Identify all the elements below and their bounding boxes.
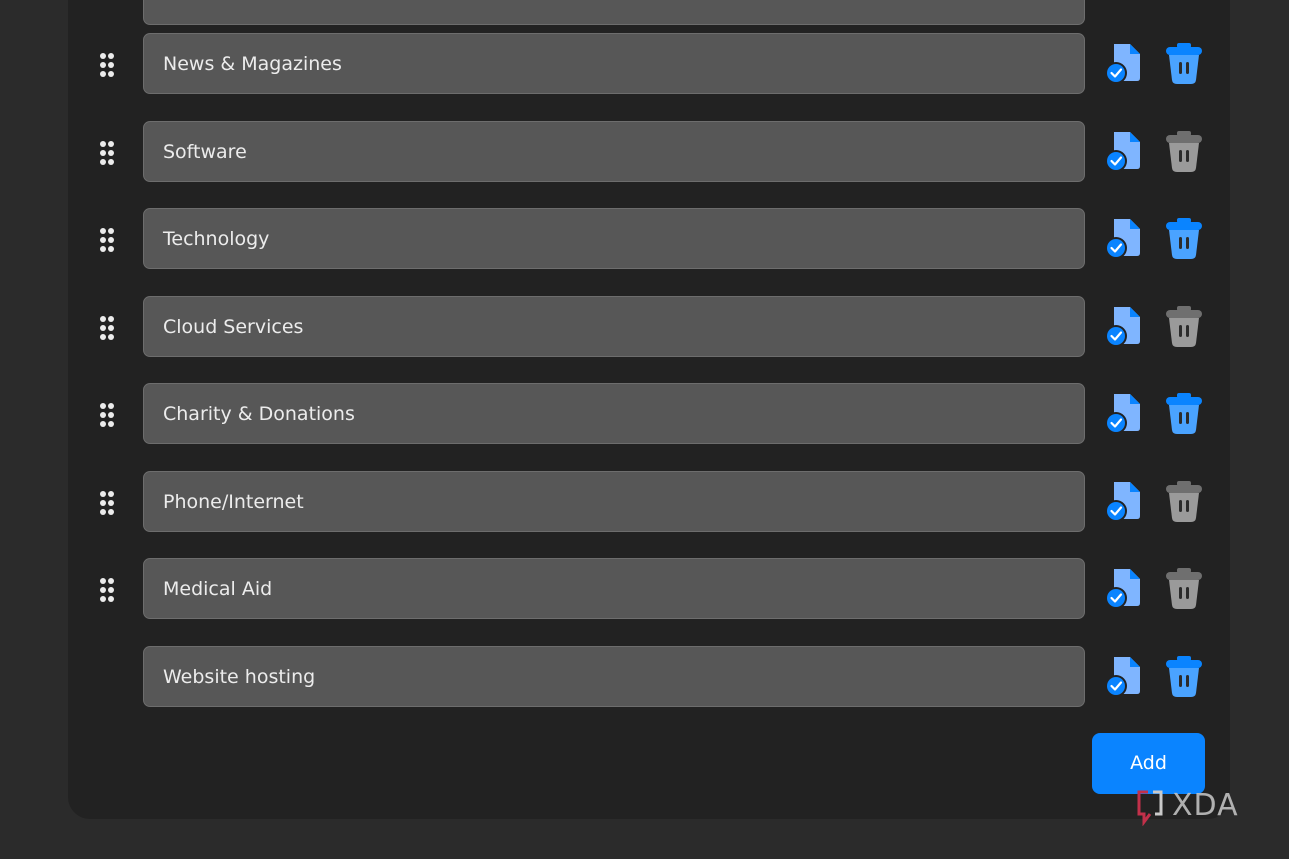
- document-check-icon[interactable]: [1104, 654, 1148, 698]
- drag-handle-icon[interactable]: [100, 228, 118, 252]
- category-row: Software: [68, 120, 1230, 184]
- category-name-field[interactable]: Medical Aid: [143, 558, 1085, 619]
- xda-logo-text: XDA: [1172, 788, 1239, 823]
- xda-logo: XDA: [1136, 786, 1260, 827]
- drag-handle-icon[interactable]: [100, 403, 118, 427]
- category-name-field[interactable]: Cloud Services: [143, 295, 1085, 357]
- document-check-icon[interactable]: [1104, 216, 1148, 260]
- category-name-field[interactable]: Technology: [143, 208, 1085, 269]
- category-row: Website hosting: [68, 645, 1230, 709]
- category-row: Phone/Internet: [68, 470, 1230, 534]
- category-name-field[interactable]: Website hosting: [143, 645, 1085, 707]
- document-check-icon[interactable]: [1104, 391, 1148, 435]
- trash-icon[interactable]: [1164, 655, 1204, 699]
- document-check-icon[interactable]: [1104, 304, 1148, 348]
- category-name-field[interactable]: Charity & Donations: [143, 383, 1085, 444]
- document-check-icon[interactable]: [1104, 41, 1148, 85]
- trash-icon[interactable]: [1164, 217, 1204, 261]
- drag-handle-icon[interactable]: [100, 315, 118, 340]
- category-row: Medical Aid: [68, 558, 1230, 621]
- trash-icon: [1164, 305, 1204, 349]
- category-field-partial[interactable]: [143, 0, 1085, 25]
- trash-icon[interactable]: [1164, 42, 1204, 86]
- categories-panel: News & Magazines Software Technology Cloud …: [68, 0, 1230, 819]
- category-row: News & Magazines: [68, 33, 1230, 96]
- category-row: Cloud Services: [68, 295, 1230, 359]
- trash-icon: [1164, 130, 1204, 174]
- add-button[interactable]: Add: [1092, 733, 1205, 794]
- document-check-icon[interactable]: [1104, 129, 1148, 173]
- drag-handle-icon[interactable]: [100, 53, 118, 77]
- category-name-field[interactable]: Phone/Internet: [143, 470, 1085, 532]
- drag-handle-icon[interactable]: [100, 578, 118, 602]
- document-check-icon[interactable]: [1104, 566, 1148, 610]
- trash-icon: [1164, 567, 1204, 611]
- trash-icon[interactable]: [1164, 392, 1204, 436]
- category-row-partial: [68, 0, 1230, 27]
- drag-handle-icon[interactable]: [100, 140, 118, 165]
- trash-icon: [1164, 480, 1204, 524]
- category-name-field[interactable]: News & Magazines: [143, 33, 1085, 94]
- xda-bracket-icon: [1137, 790, 1163, 827]
- category-name-field[interactable]: Software: [143, 120, 1085, 182]
- category-row: Technology: [68, 208, 1230, 271]
- document-check-icon[interactable]: [1104, 479, 1148, 523]
- drag-handle-icon[interactable]: [100, 490, 118, 515]
- category-row: Charity & Donations: [68, 383, 1230, 446]
